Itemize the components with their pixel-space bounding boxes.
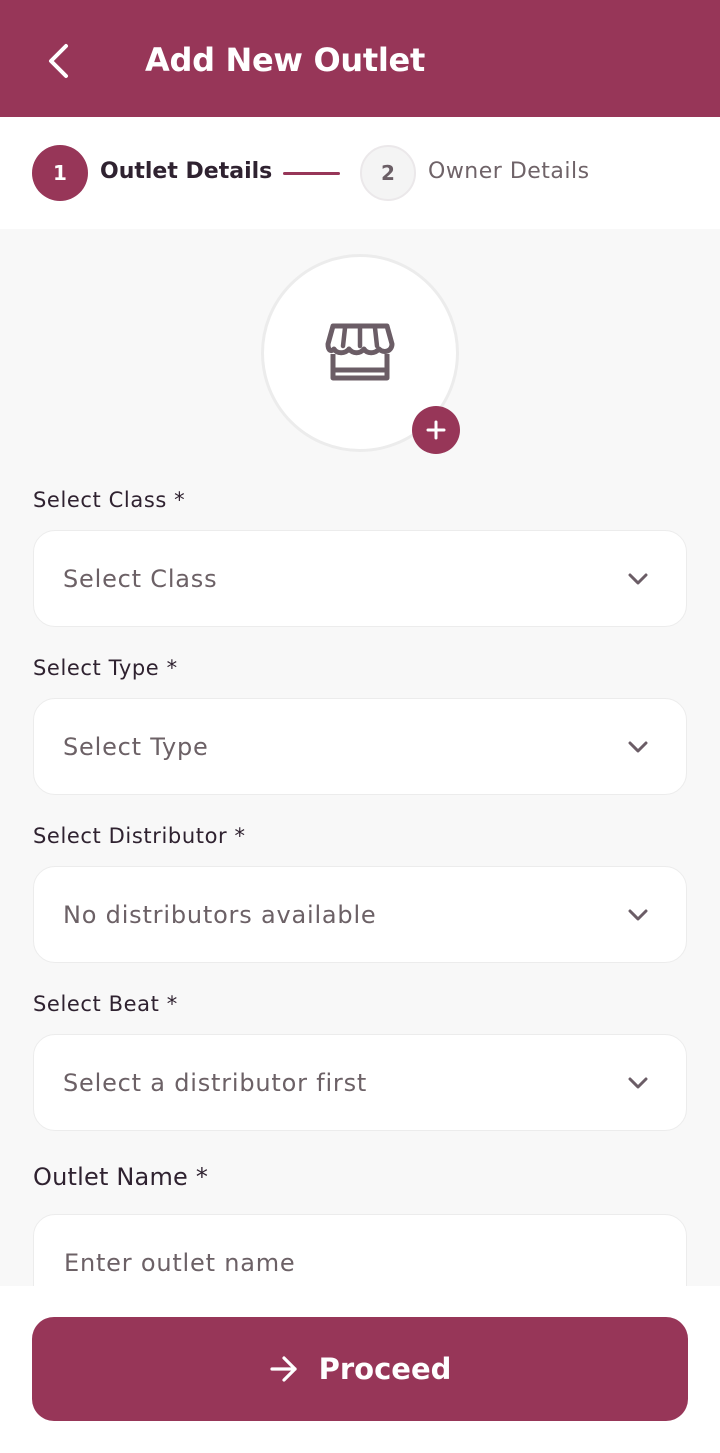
chevron-down-icon (628, 741, 648, 753)
proceed-button[interactable]: Proceed (32, 1317, 688, 1421)
type-select[interactable]: Select Type (33, 698, 687, 795)
distributor-select-value: No distributors available (63, 900, 377, 929)
arrow-right-icon (270, 1356, 297, 1382)
beat-select-value: Select a distributor first (63, 1068, 368, 1097)
stepper: 1 Outlet Details 2 Owner Details (0, 117, 720, 229)
step-1-label: Outlet Details (100, 159, 273, 184)
type-label: Select Type * (33, 656, 178, 680)
beat-select[interactable]: Select a distributor first (33, 1034, 687, 1131)
chevron-down-icon (628, 1077, 648, 1089)
class-label: Select Class * (33, 488, 186, 512)
outlet-name-label: Outlet Name * (33, 1163, 209, 1191)
step-1-indicator: 1 (32, 145, 88, 201)
back-button[interactable] (36, 37, 80, 85)
app-header: Add New Outlet (0, 0, 720, 117)
chevron-down-icon (628, 909, 648, 921)
add-photo-button[interactable] (412, 406, 460, 454)
class-select[interactable]: Select Class (33, 530, 687, 627)
footer-bar: Proceed (0, 1286, 720, 1453)
beat-label: Select Beat * (33, 992, 178, 1016)
distributor-select[interactable]: No distributors available (33, 866, 687, 963)
distributor-label: Select Distributor * (33, 824, 246, 848)
step-2-label: Owner Details (428, 159, 590, 184)
step-2-indicator: 2 (360, 145, 416, 201)
plus-icon (426, 420, 446, 440)
chevron-left-icon (49, 44, 68, 78)
page-title: Add New Outlet (145, 41, 425, 79)
outlet-name-input[interactable] (64, 1245, 654, 1281)
storefront-icon (325, 323, 395, 381)
proceed-label: Proceed (318, 1352, 452, 1386)
type-select-value: Select Type (63, 732, 209, 761)
chevron-down-icon (628, 573, 648, 585)
class-select-value: Select Class (63, 564, 218, 593)
step-connector (283, 172, 340, 175)
